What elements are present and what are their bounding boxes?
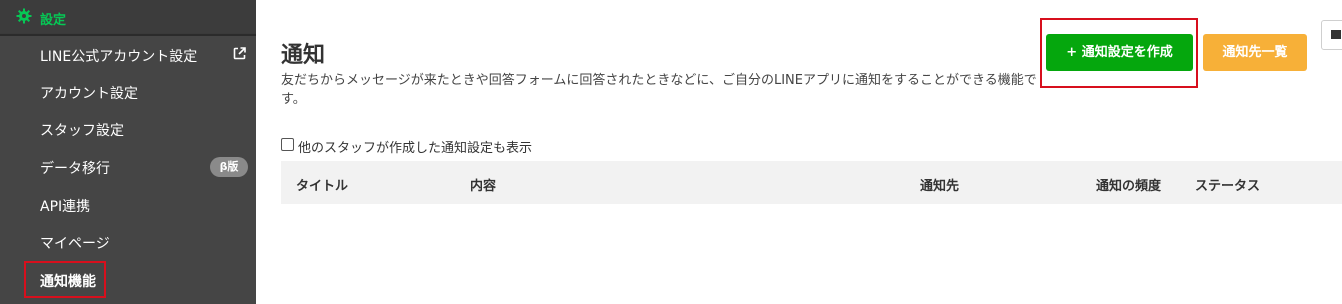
column-header-content: 内容	[470, 179, 497, 194]
highlight-box-notifications	[24, 261, 106, 298]
sidebar-item-label: スタッフ設定	[40, 123, 124, 139]
sidebar-item-label: API連携	[40, 199, 91, 215]
column-header-frequency: 通知の頻度	[1096, 179, 1162, 194]
external-link-icon	[233, 47, 246, 60]
sidebar: 設定 LINE公式アカウント設定 アカウント設定 スタッフ設定 データ移行 β版…	[0, 0, 256, 304]
edge-button[interactable]	[1321, 20, 1342, 50]
column-header-status: ステータス	[1195, 179, 1261, 194]
sidebar-section-header: 設定	[0, 0, 256, 34]
notification-destinations-button[interactable]: 通知先一覧	[1203, 34, 1307, 71]
table-header: タイトル 内容 通知先 通知の頻度 ステータス	[281, 161, 1342, 204]
sidebar-item-label: マイページ	[40, 236, 110, 252]
show-others-checkbox-label[interactable]: 他のスタッフが作成した通知設定も表示	[298, 137, 532, 156]
page-description: 友だちからメッセージが来たときや回答フォームに回答されたときなどに、ご自分のLI…	[281, 73, 1037, 107]
sidebar-section-title: 設定	[40, 13, 67, 28]
square-icon	[1331, 30, 1341, 39]
column-header-title: タイトル	[296, 179, 349, 194]
sidebar-item-api[interactable]: API連携	[0, 186, 256, 222]
beta-badge: β版	[210, 157, 248, 177]
sidebar-item-account-settings[interactable]: アカウント設定	[0, 73, 256, 109]
sidebar-item-staff-settings[interactable]: スタッフ設定	[0, 110, 256, 146]
show-others-checkbox[interactable]	[281, 138, 294, 151]
sidebar-item-label: データ移行	[40, 161, 110, 177]
create-notification-button[interactable]: + 通知設定を作成	[1046, 34, 1193, 71]
sidebar-item-line-official-account[interactable]: LINE公式アカウント設定	[0, 36, 256, 72]
sidebar-item-label: アカウント設定	[40, 86, 138, 102]
sidebar-item-data-migration[interactable]: データ移行 β版	[0, 148, 256, 184]
sidebar-item-mypage[interactable]: マイページ	[0, 223, 256, 259]
sidebar-item-label: LINE公式アカウント設定	[40, 49, 198, 65]
column-header-destination: 通知先	[920, 179, 960, 194]
page-title: 通知	[281, 43, 326, 68]
gear-icon	[16, 8, 32, 24]
